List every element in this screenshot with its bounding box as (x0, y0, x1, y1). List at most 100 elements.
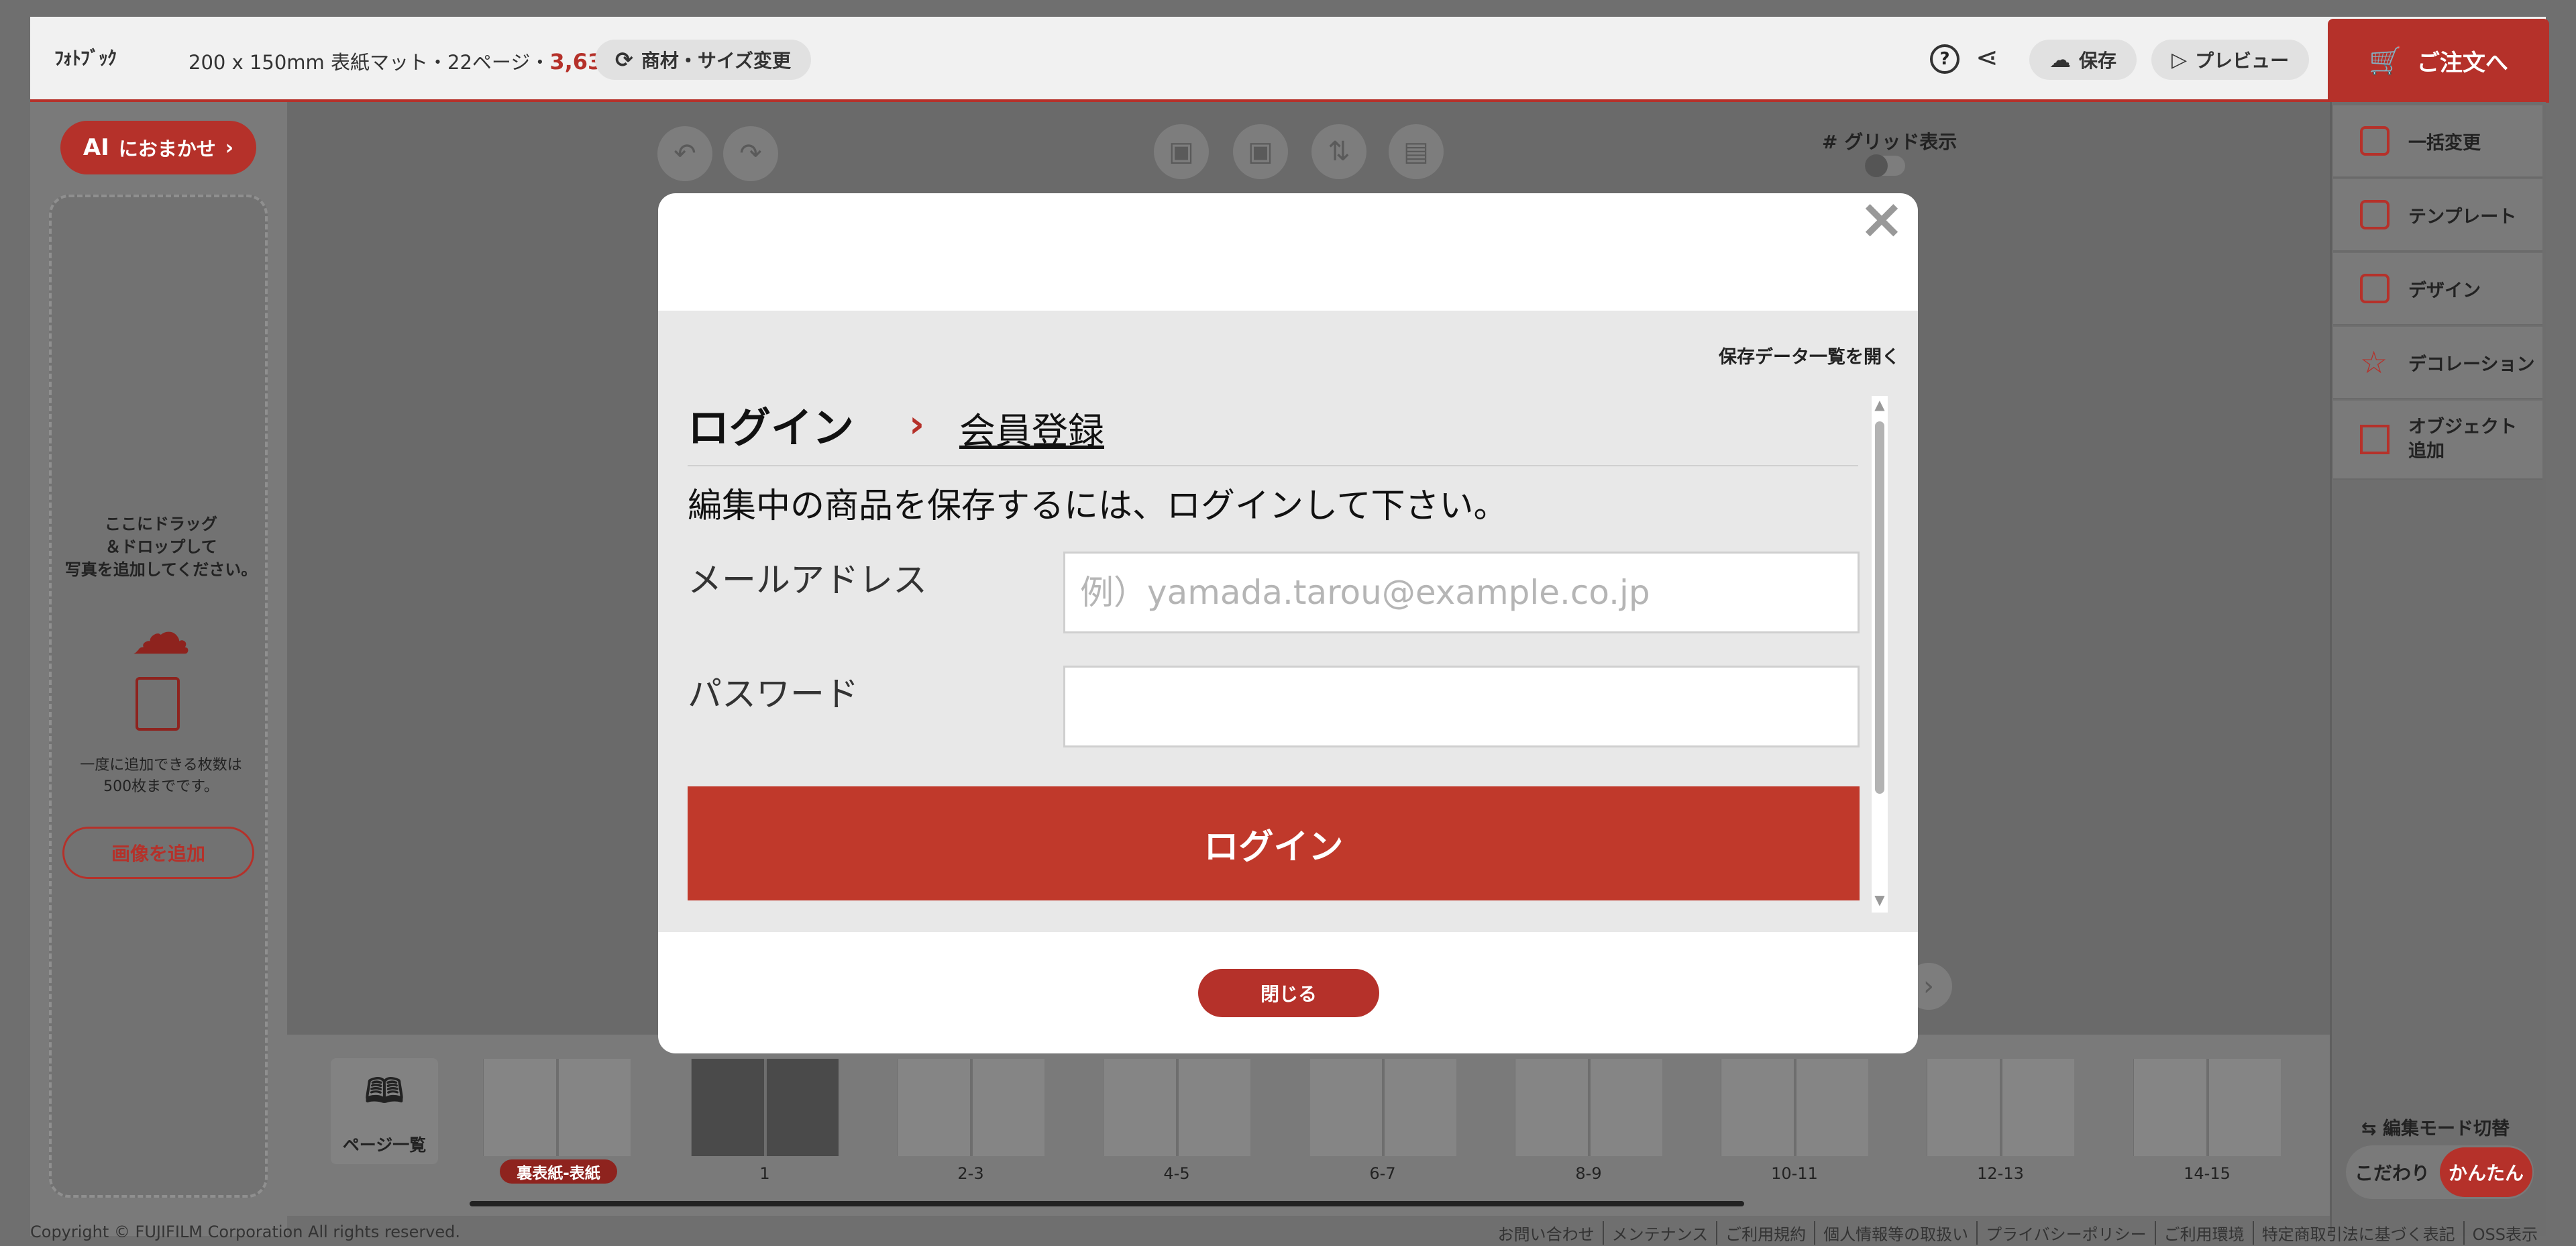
footer-link[interactable]: OSS表示 (2463, 1221, 2546, 1245)
grid-toggle-switch[interactable] (1865, 154, 1905, 177)
drop-text-1: ここにドラッグ (105, 515, 217, 533)
swap-icon: ⇆ (2361, 1119, 2383, 1139)
design-item[interactable]: デザイン (2333, 253, 2542, 325)
top-bar: ﾌｫﾄﾌﾞｯｸ 200 x 150mm 表紙マット・22ページ・3,630円 ⟳… (30, 17, 2546, 102)
password-label: パスワード (688, 675, 859, 715)
scroll-down-icon[interactable]: ▼ (1874, 892, 1886, 907)
footer-link[interactable]: メンテナンス (1602, 1221, 1717, 1245)
sliders-icon (2360, 126, 2390, 156)
page-label: 2-3 (957, 1164, 984, 1183)
cart-icon: 🛒 (2369, 46, 2402, 76)
page-thumb-12-13[interactable] (1927, 1059, 2074, 1156)
footer-link[interactable]: お問い合わせ (1490, 1221, 1603, 1245)
page-thumb-cover[interactable] (483, 1059, 631, 1156)
footer-link[interactable]: プライバシーポリシー (1976, 1221, 2155, 1245)
close-icon[interactable]: × (1858, 192, 1905, 247)
page-strip-scrollbar[interactable] (470, 1201, 1744, 1206)
cloud-icon: ☁ (2049, 47, 2071, 72)
limit-text-2: 500枚までです。 (103, 778, 219, 795)
page-thumb-6-7[interactable] (1309, 1059, 1456, 1156)
change-size-label: 商材・サイズ変更 (641, 50, 791, 72)
page-thumb-10-11[interactable] (1721, 1059, 1868, 1156)
grid-label: グリッド表示 (1844, 131, 1957, 153)
bulk-change-label: 一括変更 (2408, 132, 2481, 154)
scroll-up-icon[interactable]: ▲ (1874, 397, 1886, 412)
swap-page-icon[interactable]: ⇅ (1311, 124, 1366, 179)
design-label: デザイン (2408, 280, 2481, 301)
ai-prefix: AI (83, 134, 109, 161)
play-icon: ▷ (2171, 48, 2188, 72)
ai-button-label: におまかせ (118, 138, 216, 160)
page-thumb-14-15[interactable] (2133, 1059, 2281, 1156)
drop-text-3: 写真を追加してください。 (64, 560, 258, 579)
scroll-thumb[interactable] (1875, 421, 1884, 794)
email-label: メールアドレス (688, 561, 928, 601)
copyright: Copyright © FUJIFILM Corporation All rig… (30, 1223, 461, 1241)
page-label: 12-13 (1977, 1164, 2024, 1183)
hash-icon: # (1822, 131, 1845, 153)
share-icon[interactable]: ⋖ (1976, 42, 2009, 76)
remove-page-icon[interactable]: ▣ (1233, 124, 1288, 179)
add-object-label: オブジェクト 追加 (2408, 417, 2517, 462)
save-button[interactable]: ☁ 保存 (2029, 40, 2137, 80)
login-instruction: 編集中の商品を保存するには、ログインして下さい。 (688, 486, 1508, 526)
question-icon[interactable]: ? (1930, 44, 1960, 74)
order-button[interactable]: 🛒 ご注文へ (2328, 19, 2549, 103)
page-list-label: ページ一覧 (342, 1135, 427, 1155)
add-object-item[interactable]: オブジェクト 追加 (2333, 401, 2542, 480)
page-thumb-4-5[interactable] (1103, 1059, 1250, 1156)
footer-link[interactable]: ご利用規約 (1716, 1221, 1814, 1245)
photo-layout-icon[interactable]: ▤ (1389, 124, 1444, 179)
page-list-button[interactable]: 🕮 ページ一覧 (331, 1058, 438, 1164)
book-icon: 🕮 (364, 1071, 405, 1110)
save-label: 保存 (2079, 50, 2117, 72)
template-icon (2360, 200, 2390, 229)
page-thumb-1[interactable] (691, 1059, 839, 1156)
decoration-item[interactable]: ☆ デコレーション (2333, 327, 2542, 399)
order-label: ご注文へ (2416, 50, 2508, 76)
cover-badge: 裏表紙-表紙 (500, 1159, 617, 1184)
add-image-button[interactable]: 画像を追加 (62, 827, 254, 879)
page-label: 8-9 (1575, 1164, 1602, 1183)
open-saved-data-link[interactable]: 保存データ一覧を開く (1719, 342, 1900, 368)
login-button[interactable]: ログイン (688, 786, 1860, 900)
undo-icon[interactable]: ↶ (657, 126, 712, 181)
star-icon: ☆ (2360, 344, 2388, 380)
mode-switch-text: 編集モード切替 (2383, 1119, 2510, 1139)
divider (688, 465, 1858, 466)
decoration-label: デコレーション (2408, 354, 2535, 375)
template-label: テンプレート (2408, 206, 2517, 227)
brand-name: ﾌｫﾄﾌﾞｯｸ (54, 47, 117, 69)
redo-icon[interactable]: ↷ (723, 126, 778, 181)
template-item[interactable]: テンプレート (2333, 179, 2542, 252)
register-link[interactable]: 会員登録 (959, 401, 1104, 454)
edit-mode-switch-label: ⇆ 編集モード切替 (2361, 1114, 2510, 1140)
spec-text: 200 x 150mm 表紙マット・22ページ・ (189, 51, 550, 74)
chevron-right-icon: › (909, 403, 925, 446)
add-page-icon[interactable]: ▣ (1154, 124, 1209, 179)
page-label: 4-5 (1163, 1164, 1190, 1183)
page-thumb-8-9[interactable] (1515, 1059, 1662, 1156)
footer-links: お問い合わせ メンテナンス ご利用規約 個人情報等の取扱い プライバシーポリシー… (1490, 1221, 2546, 1245)
bulk-change-item[interactable]: 一括変更 (2333, 105, 2542, 178)
footer-link[interactable]: 個人情報等の取扱い (1814, 1221, 1976, 1245)
mode-detail-option[interactable]: こだわり (2355, 1159, 2430, 1186)
photo-dropzone[interactable]: ここにドラッグ ＆ドロップして 写真を追加してください。 ☁ 一度に追加できる枚… (49, 195, 268, 1198)
page-label: 10-11 (1771, 1164, 1818, 1183)
email-field[interactable] (1063, 552, 1860, 633)
page-label: 1 (759, 1164, 770, 1183)
page-thumb-2-3[interactable] (897, 1059, 1044, 1156)
page-label: 14-15 (2184, 1164, 2231, 1183)
login-heading: ログイン (688, 403, 855, 452)
close-button[interactable]: 閉じる (1198, 969, 1379, 1017)
preview-button[interactable]: ▷ プレビュー (2151, 40, 2310, 80)
ai-auto-button[interactable]: AI におまかせ › (60, 121, 256, 174)
change-size-button[interactable]: ⟳ 商材・サイズ変更 (595, 40, 811, 80)
drop-text-2: ＆ドロップして (105, 537, 217, 556)
mode-easy-option[interactable]: かんたん (2440, 1147, 2532, 1197)
footer-link[interactable]: ご利用環境 (2154, 1221, 2253, 1245)
cloud-upload-icon: ☁ (131, 598, 191, 668)
password-field[interactable] (1063, 666, 1860, 747)
crop-icon (2360, 425, 2390, 454)
footer-link[interactable]: 特定商取引法に基づく表記 (2252, 1221, 2463, 1245)
